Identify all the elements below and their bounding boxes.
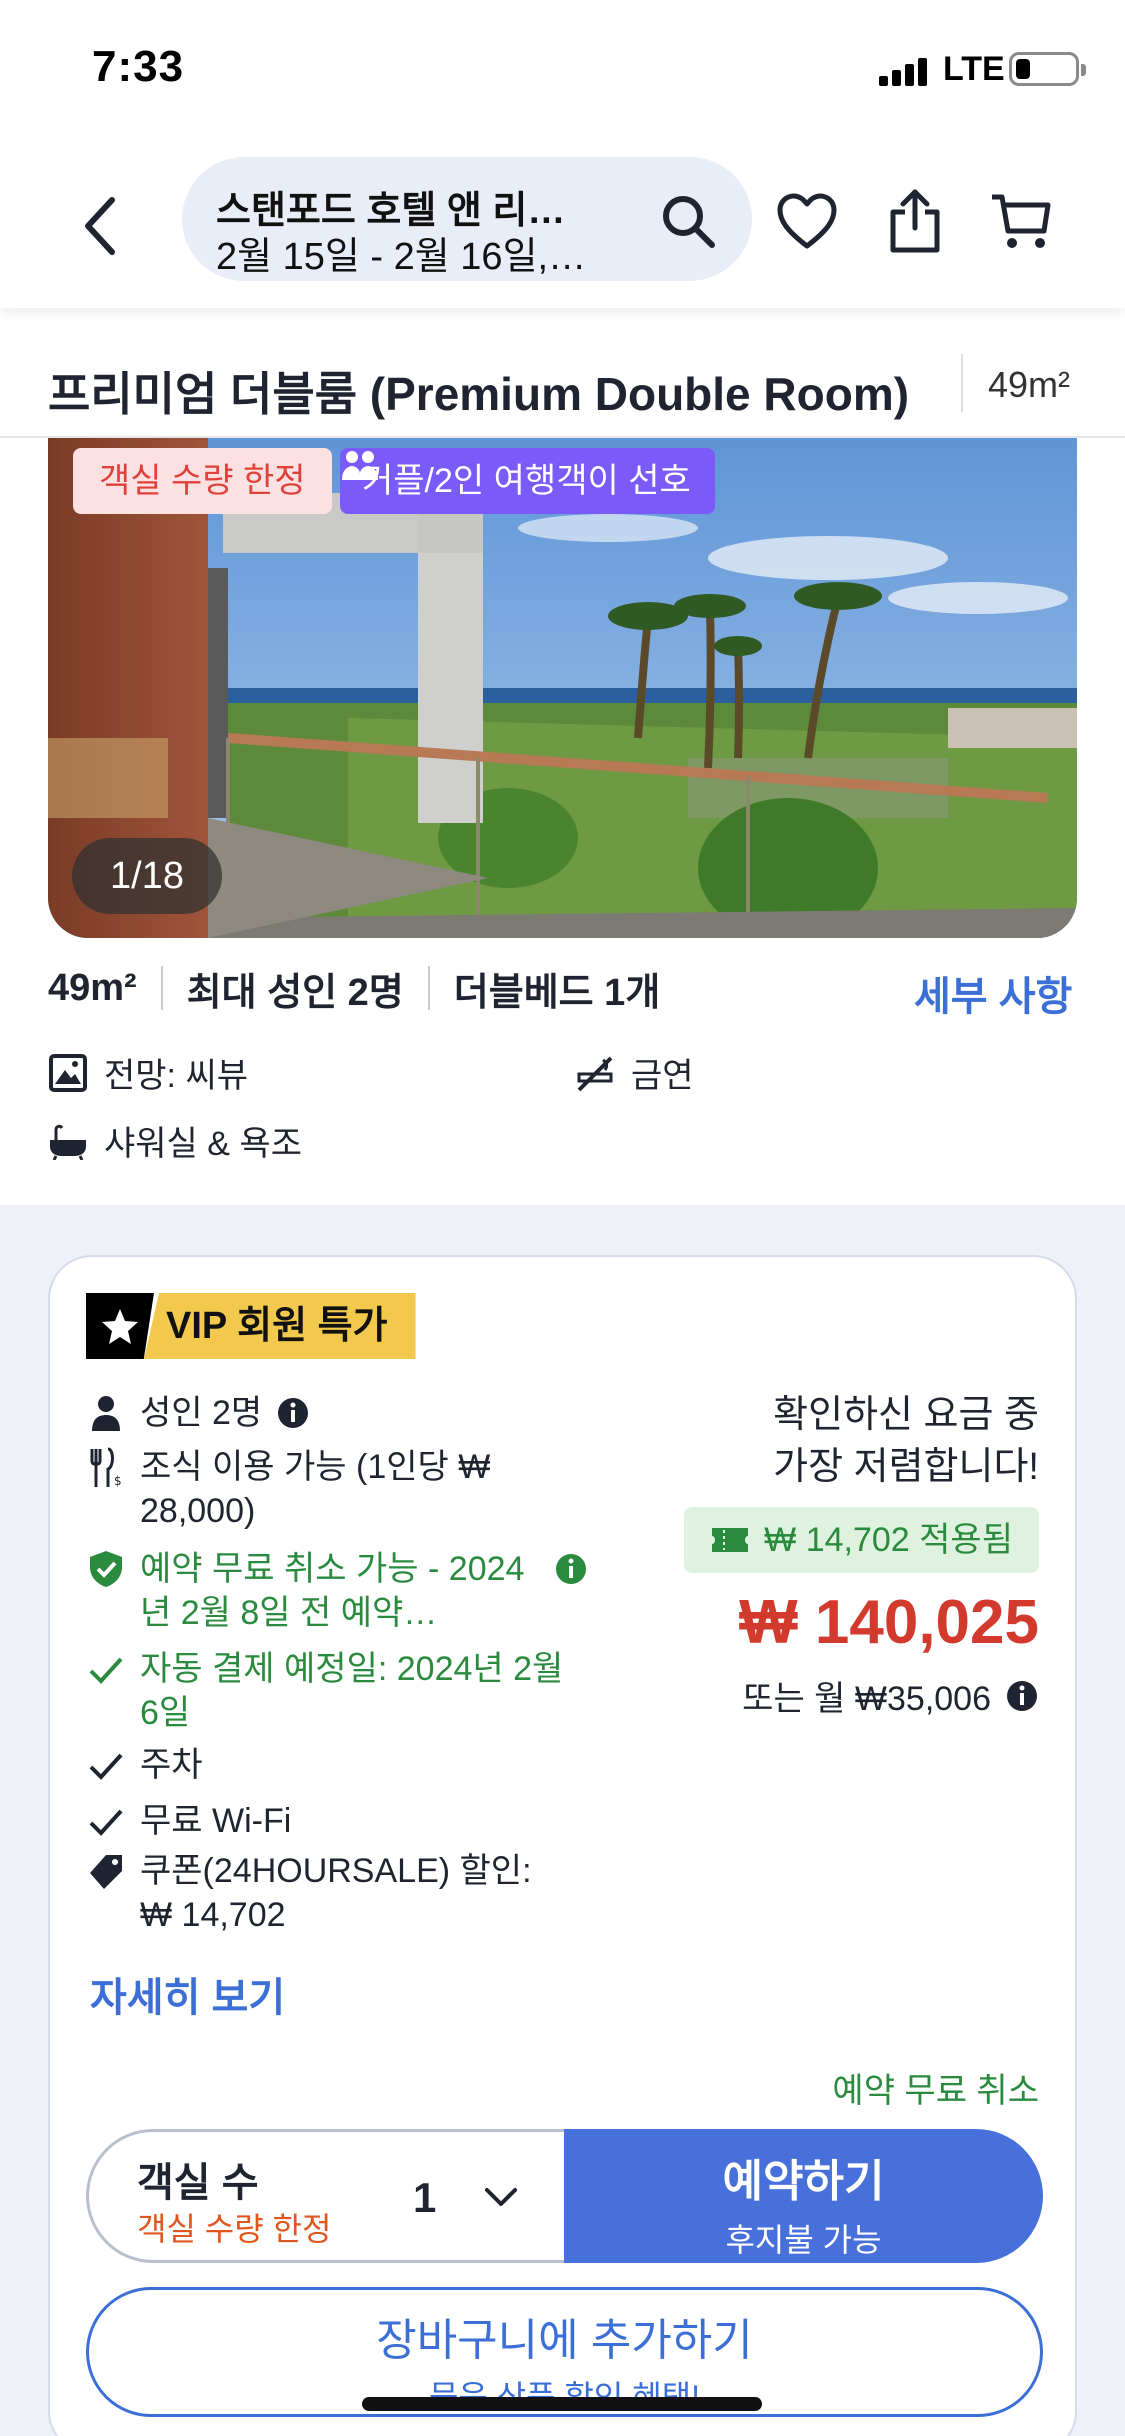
- coupon-applied-badge: ₩ 14,702 적용됨: [684, 1507, 1039, 1573]
- fact-divider: [160, 966, 163, 1010]
- status-bar: 7:33 LTE: [0, 0, 1125, 140]
- info-icon[interactable]: [554, 1547, 588, 1591]
- feature-coupon-label: 쿠폰(24HOURSALE) 할인: ₩ 14,702: [140, 1852, 532, 1934]
- rooms-limited-note: 객실 수량 한정: [137, 2211, 332, 2247]
- amenity-bath: 샤워실 & 욕조: [48, 1116, 302, 1165]
- amenity-bath-label: 샤워실 & 욕조: [104, 1125, 302, 1163]
- feature-adults-label: 성인 2명: [140, 1394, 263, 1432]
- room-quantity-selector[interactable]: 객실 수 객실 수량 한정 1: [86, 2129, 566, 2263]
- sea-view-icon: [49, 1053, 87, 1092]
- couple-badge-label: 커플/2인 여행객이 선호: [362, 462, 691, 500]
- info-icon[interactable]: [1005, 1679, 1039, 1713]
- back-chevron-icon: [85, 197, 115, 255]
- coupon-applied-label: ₩ 14,702 적용됨: [764, 1521, 1013, 1559]
- rooms-label: 객실 수: [137, 2161, 259, 2205]
- no-smoking-icon: [577, 1056, 613, 1091]
- amenity-smoking: 금연: [575, 1048, 694, 1097]
- title-divider: [961, 354, 963, 412]
- amenity-view-label: 전망: 씨뷰: [104, 1057, 249, 1095]
- cart-button[interactable]: [986, 186, 1056, 256]
- tag-icon: [90, 1855, 122, 1889]
- status-time: 7:33: [92, 42, 185, 91]
- fact-size: 49m²: [48, 966, 137, 1009]
- rooms-quantity: 1: [413, 2174, 437, 2221]
- cheapest-line-2: 가장 저렴합니다!: [773, 1446, 1039, 1488]
- price: ₩ 140,025: [739, 1588, 1039, 1657]
- book-button-label: 예약하기: [722, 2157, 885, 2206]
- heart-icon: [777, 193, 837, 249]
- cutlery-icon: $: [90, 1447, 122, 1487]
- feature-breakfast: $ 조식 이용 가능 (1인당 ₩ 28,000): [86, 1445, 500, 1533]
- add-to-cart-label: 장바구니에 추가하기: [376, 2316, 753, 2365]
- search-summary-pill[interactable]: 스탠포드 호텔 앤 리… 2월 15일 - 2월 16일,…: [182, 157, 752, 281]
- feature-coupon: 쿠폰(24HOURSALE) 할인: ₩ 14,702: [86, 1849, 560, 1937]
- book-button[interactable]: 예약하기 후지불 가능: [564, 2129, 1043, 2263]
- feature-parking: 주차: [86, 1743, 203, 1787]
- check-icon: [89, 1657, 123, 1684]
- stay-dates: 2월 15일 - 2월 16일,…: [216, 236, 587, 278]
- shield-check-icon: [90, 1551, 122, 1587]
- room-size: 49m²: [988, 364, 1071, 405]
- amenity-view: 전망: 씨뷰: [48, 1048, 248, 1097]
- room-photo-carousel[interactable]: 객실 수량 한정 커플/2인 여행객이 선호 1/18: [48, 438, 1077, 938]
- add-to-cart-sub: 묶음 상품 할인 혜택!: [89, 2372, 1040, 2418]
- search-icon[interactable]: [658, 191, 718, 251]
- svg-text:$: $: [114, 1474, 122, 1487]
- cheapest-note: 확인하신 요금 중 가장 저렴합니다!: [773, 1389, 1039, 1493]
- person-icon: [92, 1396, 120, 1431]
- book-button-sub: 후지불 가능: [725, 2222, 882, 2258]
- share-icon: [890, 189, 940, 253]
- see-more-link[interactable]: 자세히 보기: [90, 1965, 285, 2023]
- feature-breakfast-label: 조식 이용 가능 (1인당 ₩ 28,000): [140, 1448, 491, 1530]
- feature-autopay: 자동 결제 예정일: 2024년 2월 6일: [86, 1647, 580, 1735]
- feature-autopay-label: 자동 결제 예정일: 2024년 2월 6일: [140, 1650, 564, 1732]
- battery-icon: [1009, 52, 1086, 86]
- amenity-smoking-label: 금연: [631, 1057, 694, 1095]
- star-icon: [102, 1309, 138, 1344]
- limited-rooms-badge: 객실 수량 한정: [73, 448, 332, 514]
- couple-icon: [342, 451, 378, 480]
- monthly-label: 또는 월 ₩35,006: [742, 1680, 991, 1718]
- feature-parking-label: 주차: [140, 1746, 203, 1784]
- home-indicator: [362, 2397, 762, 2411]
- check-icon: [89, 1809, 123, 1836]
- feature-free-cancel: 예약 무료 취소 가능 - 2024년 2월 8일 전 예약…: [86, 1547, 588, 1635]
- photo-counter: 1/18: [72, 838, 222, 914]
- check-icon: [89, 1753, 123, 1780]
- top-header: 스탠포드 호텔 앤 리… 2월 15일 - 2월 16일,…: [0, 140, 1125, 308]
- favorite-button[interactable]: [772, 186, 842, 256]
- cart-icon: [992, 194, 1051, 248]
- cheapest-line-1: 확인하신 요금 중: [773, 1394, 1039, 1436]
- share-button[interactable]: [880, 186, 950, 256]
- network-label: LTE: [943, 50, 1005, 88]
- room-details-link[interactable]: 세부 사항: [914, 964, 1072, 1022]
- ticket-icon: [712, 1528, 749, 1552]
- monthly-installment: 또는 월 ₩35,006: [742, 1671, 1039, 1720]
- feature-adults: 성인 2명: [86, 1391, 310, 1435]
- chevron-down-icon: [485, 2188, 517, 2206]
- vip-label: VIP 회원 특가: [144, 1293, 416, 1359]
- fact-divider: [427, 966, 430, 1010]
- rate-card: VIP 회원 특가 성인 2명 $ 조식 이용 가능 (1인당 ₩ 28,000…: [48, 1255, 1077, 2436]
- fact-occupancy: 최대 성인 2명: [186, 971, 404, 1014]
- couple-preferred-badge: 커플/2인 여행객이 선호: [340, 448, 715, 514]
- back-button[interactable]: [70, 186, 130, 266]
- room-facts: 49m² 최대 성인 2명 더블베드 1개: [48, 958, 660, 1018]
- free-cancel-note: 예약 무료 취소: [832, 2072, 1039, 2110]
- feature-wifi: 무료 Wi-Fi: [86, 1799, 291, 1843]
- vip-badge: VIP 회원 특가: [86, 1293, 416, 1359]
- room-title-bar: 프리미엄 더블룸 (Premium Double Room) 49m²: [0, 330, 1125, 438]
- room-title: 프리미엄 더블룸 (Premium Double Room): [48, 368, 910, 420]
- bathtub-icon: [50, 1124, 86, 1160]
- info-icon[interactable]: [276, 1391, 310, 1435]
- signal-icon: [879, 56, 931, 86]
- fact-bed: 더블베드 1개: [453, 971, 661, 1014]
- feature-free-cancel-label: 예약 무료 취소 가능 - 2024년 2월 8일 전 예약…: [140, 1550, 525, 1632]
- feature-wifi-label: 무료 Wi-Fi: [140, 1802, 292, 1840]
